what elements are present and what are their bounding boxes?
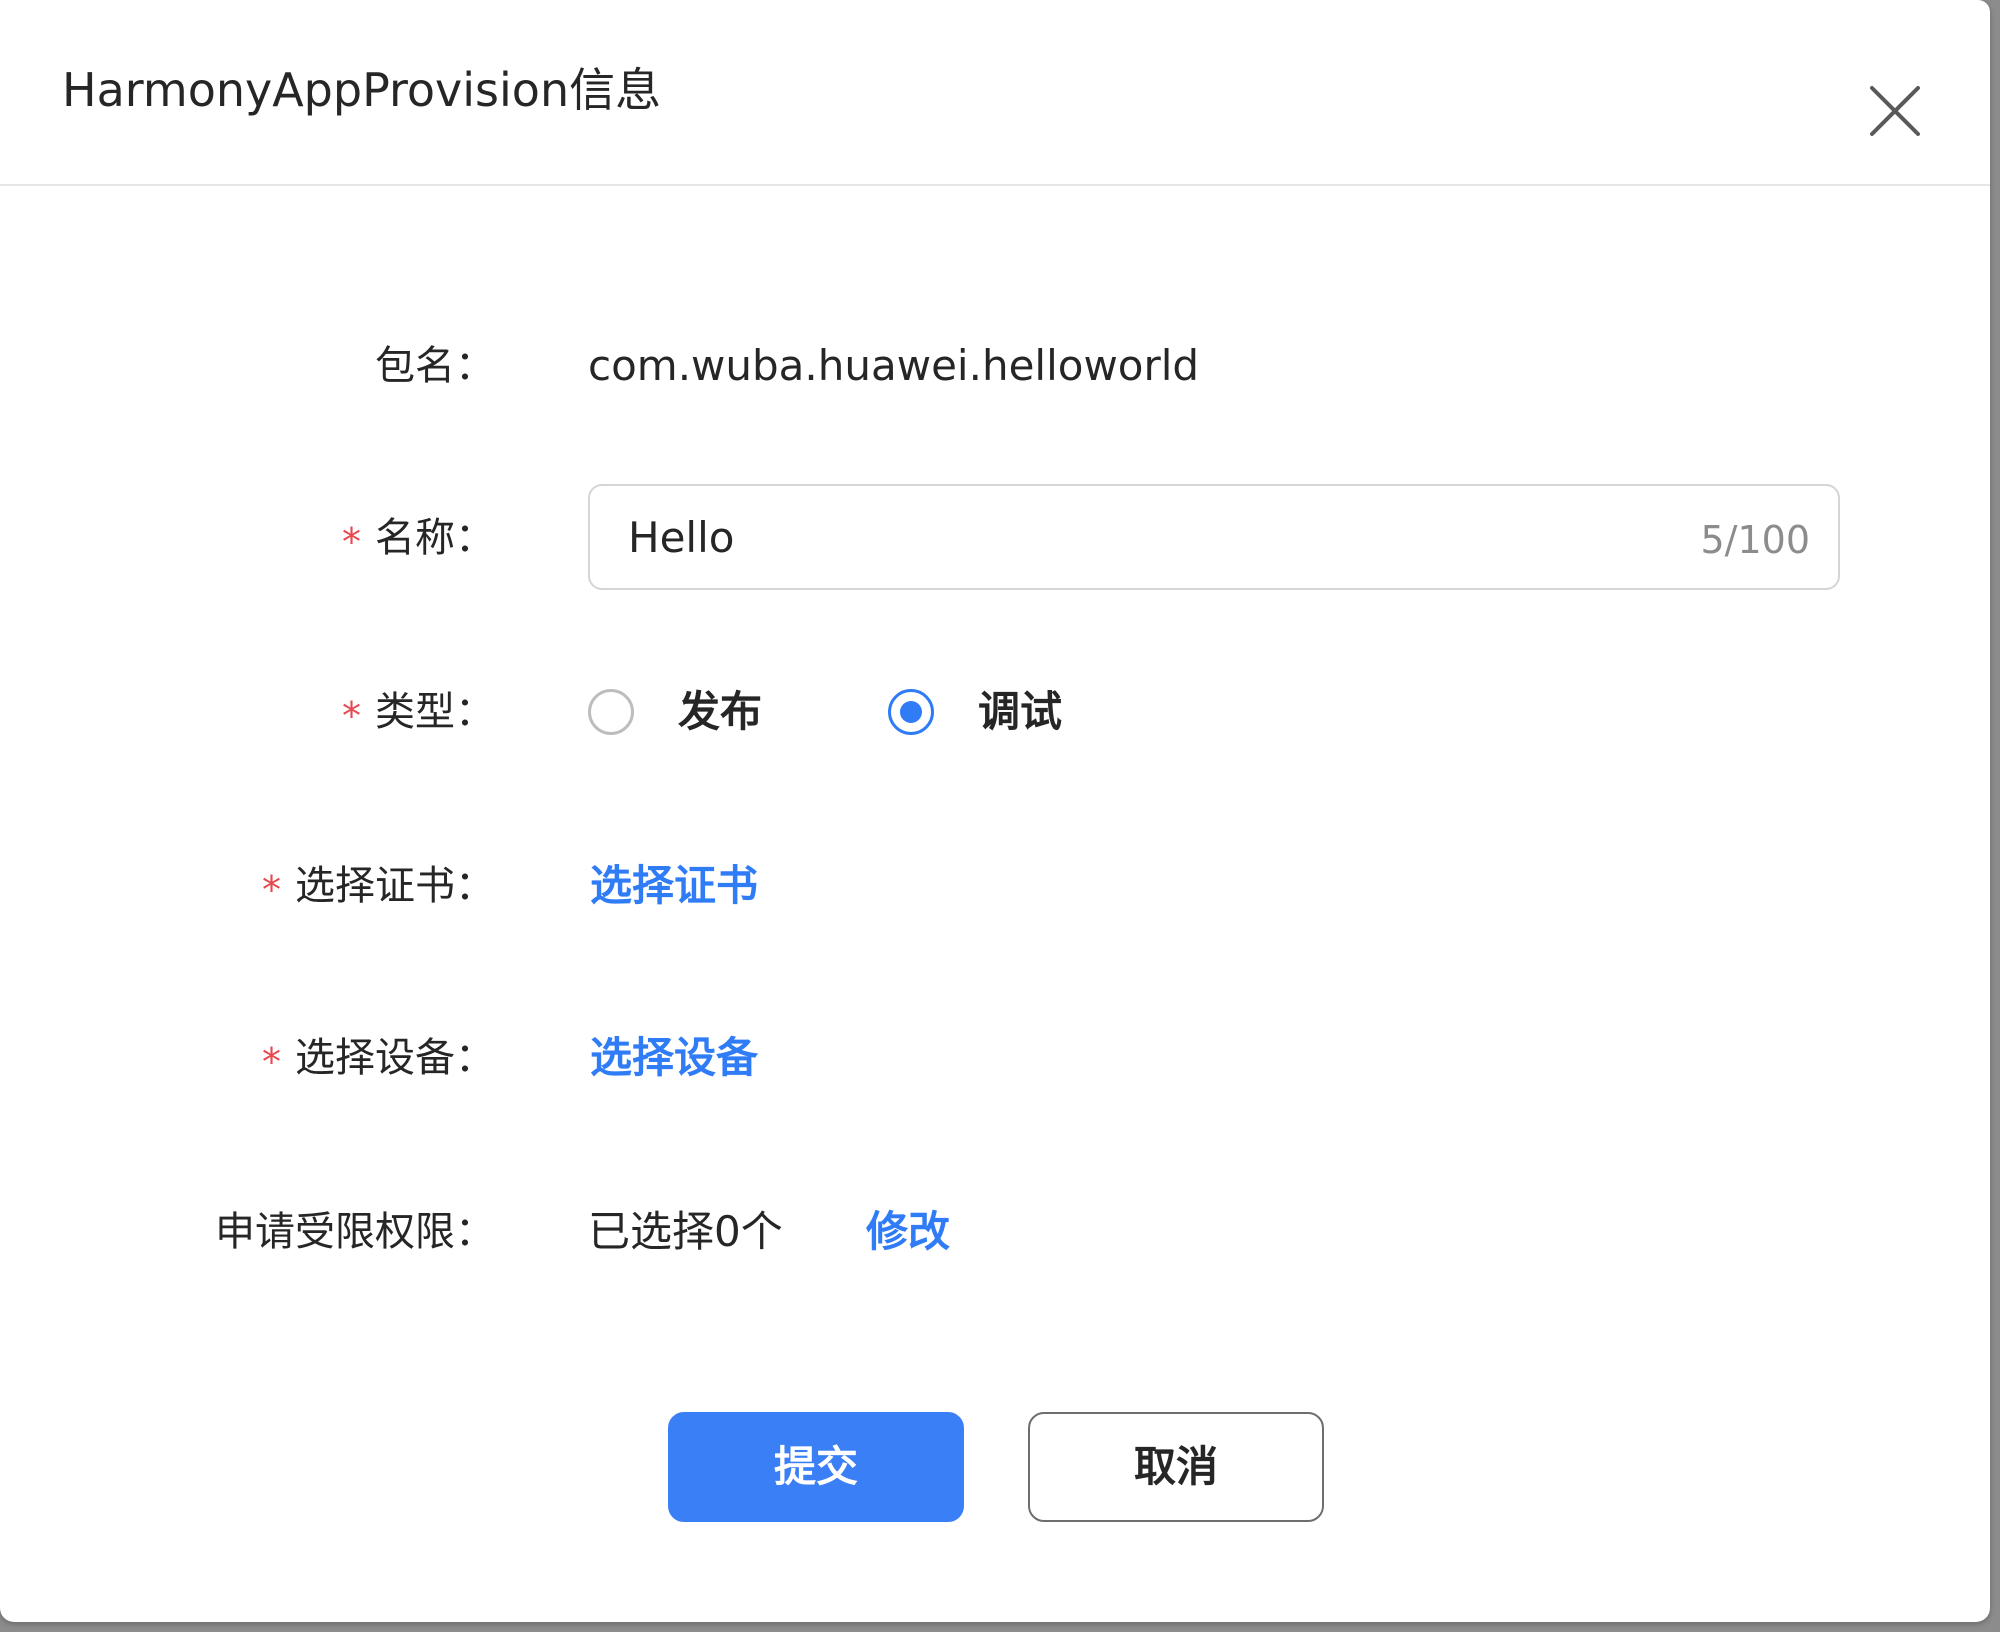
required-mark: * xyxy=(342,520,361,564)
dialog-title: HarmonyAppProvision信息 xyxy=(62,63,662,117)
radio-release[interactable]: 发布 xyxy=(588,682,762,742)
close-icon xyxy=(1870,86,1920,136)
required-mark: * xyxy=(262,1040,281,1084)
modify-permissions-link[interactable]: 修改 xyxy=(866,1204,950,1260)
name-input-value: Hello xyxy=(628,513,735,562)
submit-button[interactable]: 提交 xyxy=(668,1412,964,1522)
radio-debug-dot xyxy=(900,701,922,723)
name-char-counter: 5/100 xyxy=(1700,518,1810,562)
name-input[interactable]: Hello 5/100 xyxy=(588,484,1840,590)
package-value: com.wuba.huawei.helloworld xyxy=(588,341,1200,390)
cancel-button[interactable]: 取消 xyxy=(1028,1412,1324,1522)
permissions-label-text: 申请受限权限： xyxy=(215,1209,495,1255)
radio-debug-label: 调试 xyxy=(978,687,1063,736)
certificate-label-text: 选择证书： xyxy=(295,863,495,909)
permissions-label: 申请受限权限： xyxy=(215,1204,495,1260)
package-label: 包名： xyxy=(375,338,495,394)
name-label-text: 名称： xyxy=(375,515,495,561)
required-mark: * xyxy=(262,868,281,912)
page-backdrop: HarmonyAppProvision信息 包名： com.wuba.huawe… xyxy=(0,0,2000,1632)
radio-debug[interactable]: 调试 xyxy=(888,682,1062,742)
radio-release-label: 发布 xyxy=(678,687,763,736)
certificate-label: * 选择证书： xyxy=(262,858,495,914)
required-mark: * xyxy=(342,694,361,738)
select-device-link[interactable]: 选择设备 xyxy=(590,1030,758,1086)
type-label: * 类型： xyxy=(342,684,495,740)
dialog-header: HarmonyAppProvision信息 xyxy=(0,0,1990,186)
permissions-selected-count: 已选择0个 xyxy=(588,1207,783,1256)
provision-dialog: HarmonyAppProvision信息 包名： com.wuba.huawe… xyxy=(0,0,1990,1622)
radio-debug-circle xyxy=(888,689,934,735)
device-label: * 选择设备： xyxy=(262,1030,495,1086)
select-certificate-link[interactable]: 选择证书 xyxy=(590,858,758,914)
close-button[interactable] xyxy=(1862,78,1928,144)
type-label-text: 类型： xyxy=(375,689,495,735)
radio-release-circle xyxy=(588,689,634,735)
package-label-text: 包名： xyxy=(375,343,495,389)
name-label: * 名称： xyxy=(342,510,495,566)
device-label-text: 选择设备： xyxy=(295,1035,495,1081)
